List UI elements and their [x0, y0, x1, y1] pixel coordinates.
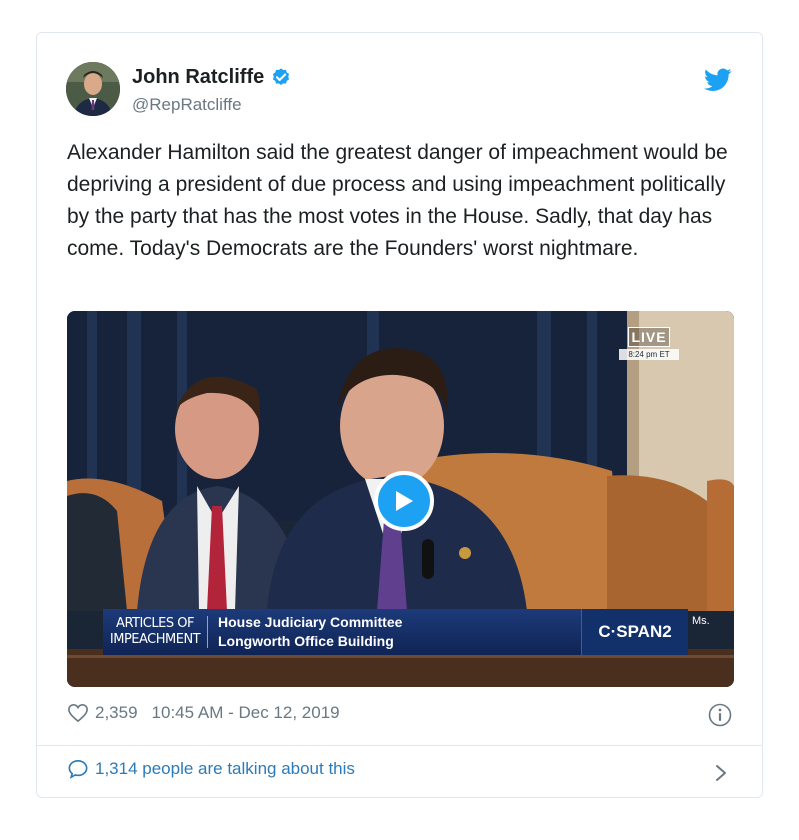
conversation-link[interactable]: 1,314 people are talking about this	[67, 759, 355, 779]
tweet-text: Alexander Hamilton said the greatest dan…	[67, 141, 728, 260]
chyron-articles: ARTICLES OF IMPEACHMENT	[103, 616, 208, 648]
live-label: LIVE	[628, 327, 670, 347]
tweet-timestamp[interactable]: 10:45 AM - Dec 12, 2019	[152, 703, 340, 723]
like-count[interactable]: 2,359	[95, 703, 138, 723]
video-player[interactable]: LIVE 8:24 pm ET ARTICLES OF IMPEACHMENT …	[67, 311, 734, 687]
chyron: ARTICLES OF IMPEACHMENT House Judiciary …	[103, 609, 688, 655]
chevron-right-icon[interactable]	[714, 763, 728, 783]
tweet-card: John Ratcliffe @RepRatcliffe Alexander H…	[36, 32, 763, 798]
corner-text: Ms.	[692, 615, 710, 627]
play-icon	[396, 491, 413, 511]
network-logo: C·SPAN2	[581, 609, 688, 655]
speech-bubble-icon	[68, 759, 88, 779]
live-indicator: LIVE 8:24 pm ET	[619, 327, 679, 360]
divider	[37, 745, 762, 746]
info-icon[interactable]	[708, 703, 732, 727]
author-handle[interactable]: @RepRatcliffe	[132, 95, 242, 115]
live-time: 8:24 pm ET	[619, 349, 679, 360]
talking-count[interactable]: 1,314 people are talking about this	[95, 759, 355, 779]
heart-icon[interactable]	[67, 703, 89, 723]
twitter-bird-icon[interactable]	[704, 68, 732, 92]
chyron-line-1: House Judiciary Committee	[218, 614, 403, 630]
verified-badge-icon	[273, 67, 290, 85]
tweet-meta: 2,359 10:45 AM - Dec 12, 2019	[67, 703, 340, 723]
chyron-line-2: Longworth Office Building	[218, 633, 394, 649]
avatar[interactable]	[66, 62, 120, 116]
author-name[interactable]: John Ratcliffe	[132, 66, 264, 89]
play-button[interactable]	[374, 471, 434, 531]
